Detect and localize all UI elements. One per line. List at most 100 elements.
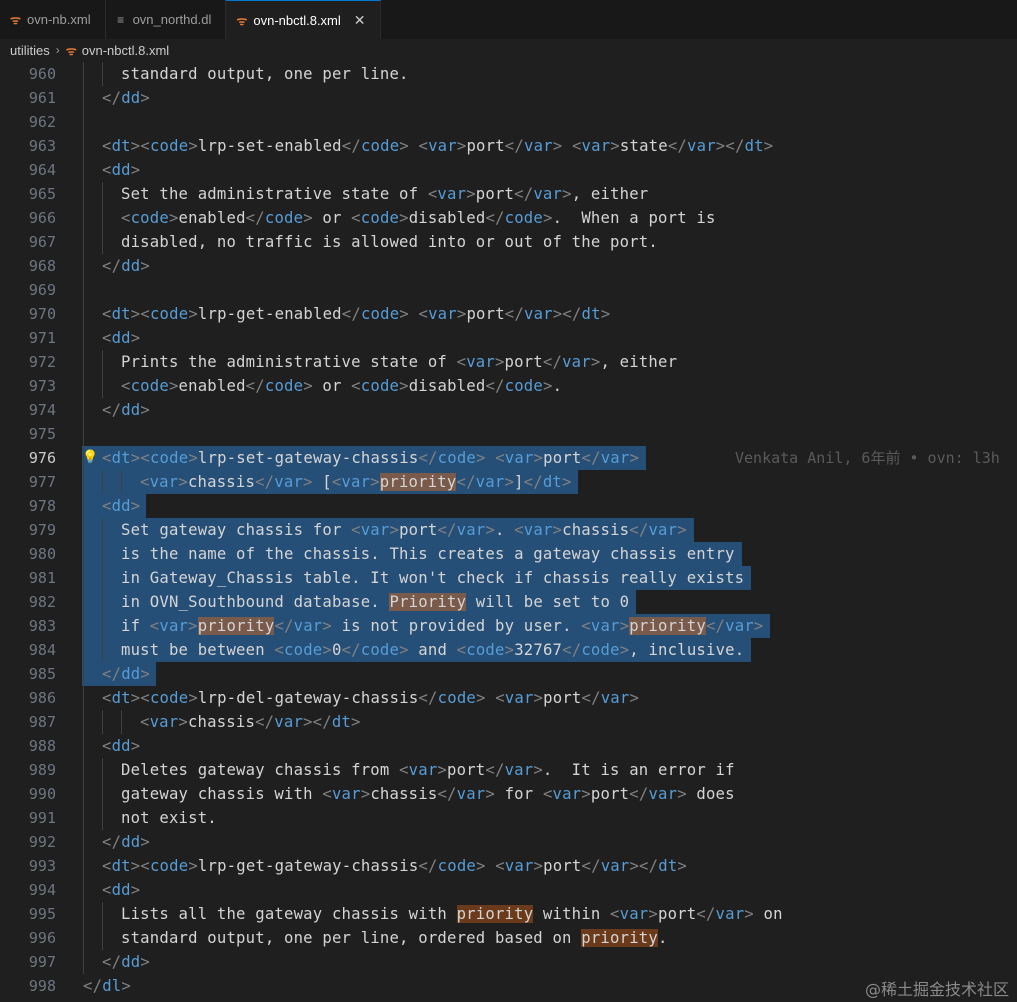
indent-guide xyxy=(83,182,84,206)
tab-ovn-northd-dl[interactable]: ≡ ovn_northd.dl xyxy=(106,0,227,39)
breadcrumb-folder[interactable]: utilities xyxy=(10,43,50,58)
code-text: </dd> xyxy=(102,833,150,851)
code-editor[interactable]: 960 standard output, one per line. 961 </dd… xyxy=(0,61,1017,1002)
indent-guide xyxy=(83,542,84,566)
line-number: 960 xyxy=(28,65,56,83)
code-line[interactable]: 974 </dd> xyxy=(0,398,1017,422)
code-text: Set the administrative state of <var>por… xyxy=(121,185,649,203)
code-line[interactable]: 997 </dd> xyxy=(0,950,1017,974)
code-line[interactable]: 989 Deletes gateway chassis from <var>por… xyxy=(0,758,1017,782)
tab-ovn-nb-xml[interactable]: ᯤ ovn-nb.xml xyxy=(0,0,106,39)
indent-guide xyxy=(102,206,103,230)
code-line[interactable]: 992 </dd> xyxy=(0,830,1017,854)
indent-guide xyxy=(83,158,84,182)
indent-guide xyxy=(102,926,103,950)
code-line[interactable]: 960 standard output, one per line. xyxy=(0,62,1017,86)
code-line[interactable]: 961 </dd> xyxy=(0,86,1017,110)
code-line[interactable]: 967 disabled, no traffic is allowed into … xyxy=(0,230,1017,254)
code-line[interactable]: 990 gateway chassis with <var>chassis</va… xyxy=(0,782,1017,806)
indent-guide xyxy=(83,422,84,446)
code-text: <var>chassis</var> [<var>priority</var>]… xyxy=(140,473,572,491)
code-text: <dt><code>lrp-get-enabled</code> <var>po… xyxy=(102,305,611,323)
code-line[interactable]: 980 is the name of the chassis. This crea… xyxy=(0,542,1017,566)
tab-bar: ᯤ ovn-nb.xml ≡ ovn_northd.dl ᯤ ovn-nbctl… xyxy=(0,0,1017,40)
code-line[interactable]: 982 in OVN_Southbound database. Priority … xyxy=(0,590,1017,614)
indent-guide xyxy=(83,494,84,518)
code-text: <var>chassis</var></dt> xyxy=(140,713,361,731)
line-number: 992 xyxy=(28,833,56,851)
indent-guide xyxy=(83,686,84,710)
code-line[interactable]: 994 <dd> xyxy=(0,878,1017,902)
code-line[interactable]: 984 must be between <code>0</code> and <c… xyxy=(0,638,1017,662)
tab-label: ovn_northd.dl xyxy=(132,12,212,27)
indent-guide xyxy=(83,614,84,638)
code-line[interactable]: 975 xyxy=(0,422,1017,446)
line-number: 975 xyxy=(28,425,56,443)
indent-guide xyxy=(83,278,84,302)
code-line[interactable]: 962 xyxy=(0,110,1017,134)
code-text: <dd> xyxy=(102,737,141,755)
code-line[interactable]: 993 <dt><code>lrp-get-gateway-chassis</co… xyxy=(0,854,1017,878)
lightbulb-icon[interactable]: 💡 xyxy=(82,446,98,470)
code-line[interactable]: 987 <var>chassis</var></dt> xyxy=(0,710,1017,734)
code-line[interactable]: 970 <dt><code>lrp-get-enabled</code> <var… xyxy=(0,302,1017,326)
code-line[interactable]: 973 <code>enabled</code> or <code>disable… xyxy=(0,374,1017,398)
code-line[interactable]: 977 <var>chassis</var> [<var>priority</va… xyxy=(0,470,1017,494)
indent-guide xyxy=(102,758,103,782)
indent-guide xyxy=(102,374,103,398)
indent-guide xyxy=(83,854,84,878)
chevron-right-icon: › xyxy=(55,43,60,57)
code-line[interactable]: 991 not exist. xyxy=(0,806,1017,830)
indent-guide xyxy=(83,806,84,830)
code-line[interactable]: 972 Prints the administrative state of <v… xyxy=(0,350,1017,374)
code-line[interactable]: 964 <dd> xyxy=(0,158,1017,182)
close-icon[interactable]: ✕ xyxy=(354,12,366,29)
code-text: </dd> xyxy=(102,257,150,275)
code-line[interactable]: 979 Set gateway chassis for <var>port</va… xyxy=(0,518,1017,542)
code-text: <code>enabled</code> or <code>disabled</… xyxy=(121,209,716,227)
tab-label: ovn-nbctl.8.xml xyxy=(253,12,341,28)
line-number: 997 xyxy=(28,953,56,971)
code-text: standard output, one per line, ordered b… xyxy=(121,929,668,947)
indent-guide xyxy=(83,230,84,254)
indent-guide xyxy=(102,806,103,830)
indent-guide xyxy=(102,518,103,542)
code-text: <code>enabled</code> or <code>disabled</… xyxy=(121,377,563,395)
tab-ovn-nbctl-8-xml[interactable]: ᯤ ovn-nbctl.8.xml ✕ xyxy=(226,0,381,39)
indent-guide xyxy=(83,518,84,542)
breadcrumb-file[interactable]: ovn-nbctl.8.xml xyxy=(82,43,169,58)
indent-guide xyxy=(102,542,103,566)
code-line[interactable]: 995 Lists all the gateway chassis with pr… xyxy=(0,902,1017,926)
indent-guide xyxy=(83,470,84,494)
line-number: 964 xyxy=(28,161,56,179)
code-line[interactable]: 965 Set the administrative state of <var>… xyxy=(0,182,1017,206)
indent-guide xyxy=(102,902,103,926)
code-line[interactable]: 968 </dd> xyxy=(0,254,1017,278)
code-line[interactable]: 988 <dd> xyxy=(0,734,1017,758)
rss-icon: ᯤ xyxy=(65,43,77,58)
indent-guide xyxy=(102,182,103,206)
code-line[interactable]: 966 <code>enabled</code> or <code>disable… xyxy=(0,206,1017,230)
code-line[interactable]: 969 xyxy=(0,278,1017,302)
indent-guide xyxy=(102,230,103,254)
code-line[interactable]: 976 <dt><code>lrp-set-gateway-chassis</co… xyxy=(0,446,1017,470)
code-line[interactable]: 985 </dd> xyxy=(0,662,1017,686)
indent-guide xyxy=(102,350,103,374)
indent-guide xyxy=(102,710,103,734)
code-text: in Gateway_Chassis table. It won't check… xyxy=(121,569,745,587)
indent-guide xyxy=(121,710,122,734)
line-number: 981 xyxy=(28,569,56,587)
indent-guide xyxy=(83,350,84,374)
line-number: 971 xyxy=(28,329,56,347)
code-line[interactable]: 963 <dt><code>lrp-set-enabled</code> <var… xyxy=(0,134,1017,158)
code-text: standard output, one per line. xyxy=(121,65,409,83)
lines-icon: ≡ xyxy=(117,12,125,27)
code-text: Set gateway chassis for <var>port</var>.… xyxy=(121,521,687,539)
code-text: </dd> xyxy=(102,953,150,971)
code-line[interactable]: 996 standard output, one per line, ordere… xyxy=(0,926,1017,950)
code-line[interactable]: 971 <dd> xyxy=(0,326,1017,350)
code-line[interactable]: 986 <dt><code>lrp-del-gateway-chassis</co… xyxy=(0,686,1017,710)
code-line[interactable]: 983 if <var>priority</var> is not provide… xyxy=(0,614,1017,638)
code-line[interactable]: 981 in Gateway_Chassis table. It won't ch… xyxy=(0,566,1017,590)
code-line[interactable]: 978 <dd> xyxy=(0,494,1017,518)
